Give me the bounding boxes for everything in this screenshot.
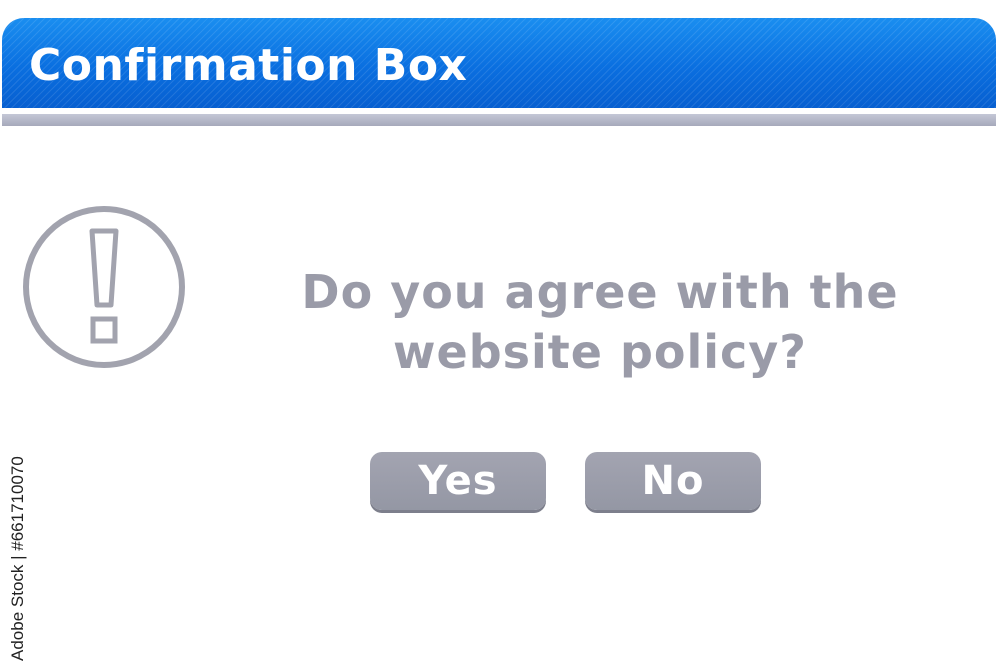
title-bar: Confirmation Box: [2, 18, 996, 108]
confirmation-dialog: Confirmation Box Do you agree with the w…: [0, 0, 1000, 667]
dialog-title: Confirmation Box: [29, 40, 468, 91]
message-line-1: Do you agree with the: [301, 265, 899, 319]
title-separator: [2, 114, 996, 126]
exclamation-circle-icon: [23, 206, 185, 368]
dialog-message: Do you agree with the website policy?: [250, 262, 950, 382]
message-line-2: website policy?: [393, 325, 807, 379]
stock-id-text: Adobe Stock | #661710070: [8, 456, 27, 661]
no-button[interactable]: No: [585, 452, 761, 510]
stock-id-watermark: Adobe Stock | #661710070: [4, 433, 34, 663]
yes-button[interactable]: Yes: [370, 452, 546, 510]
